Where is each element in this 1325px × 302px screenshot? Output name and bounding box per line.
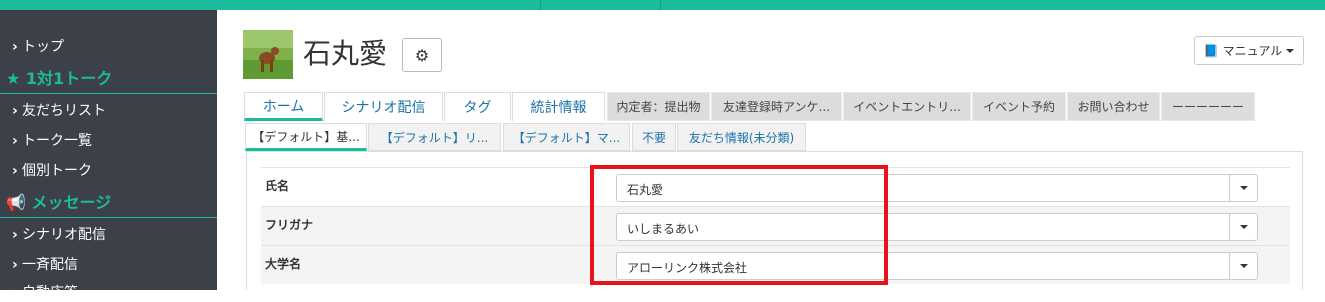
tab-label: イベント予約 (982, 100, 1055, 114)
sidebar-item-label: トーク一覧 (22, 133, 92, 149)
megaphone-icon: 📢 (6, 193, 26, 212)
tab-label: 不要 (641, 130, 666, 145)
avatar (243, 30, 293, 79)
top-bar (0, 0, 1325, 10)
subtab-unneeded[interactable]: 不要 (632, 123, 676, 151)
dropdown-toggle[interactable] (1229, 253, 1257, 279)
caret-down-icon (1239, 186, 1248, 190)
sidebar-item-label: 個別トーク (22, 163, 92, 179)
tab-event-reservation[interactable]: イベント予約 (972, 92, 1066, 121)
tab-label: 友達登録時アンケ... (723, 100, 830, 114)
divider (0, 93, 217, 94)
chevron-right-icon: › (12, 285, 18, 301)
tab-registration-survey[interactable]: 友達登録時アンケ... (711, 92, 842, 121)
sidebar-item-broadcast[interactable]: › 一斉配信 (12, 254, 78, 274)
chevron-right-icon: › (12, 257, 18, 273)
manual-dropdown-button[interactable]: 📘 マニュアル (1194, 36, 1304, 65)
star-icon: ★ (6, 69, 21, 88)
tab-label: 内定者：提出物 (616, 100, 701, 114)
caret-down-icon (1239, 225, 1248, 229)
sidebar-heading-message: 📢 メッセージ (6, 189, 111, 213)
top-bar-divider (540, 0, 541, 10)
chevron-right-icon: › (12, 133, 18, 149)
sidebar-heading-label: メッセージ (31, 193, 112, 212)
tab-scenario[interactable]: シナリオ配信 (324, 92, 443, 121)
dropdown-toggle[interactable] (1229, 214, 1257, 240)
sidebar-item-friends[interactable]: › 友だちリスト (12, 100, 106, 120)
sidebar-item-auto-reply[interactable]: › 自動応答 (12, 282, 78, 302)
tab-submission[interactable]: 内定者：提出物 (607, 92, 710, 121)
gear-icon: ⚙ (414, 45, 430, 65)
tab-label: 【デフォルト】基... (252, 129, 360, 144)
field-label: 氏名 (265, 179, 290, 193)
tab-label: お問い合わせ (1077, 100, 1150, 114)
page-title: 石丸愛 (303, 37, 388, 70)
sidebar-item-top[interactable]: › トップ (12, 36, 64, 56)
field-label: 大学名 (265, 257, 302, 271)
tab-tags[interactable]: タグ (444, 92, 511, 121)
manual-label: マニュアル (1222, 44, 1283, 58)
tab-label: 統計情報 (530, 100, 587, 116)
divider (0, 217, 217, 218)
tab-label: タグ (463, 100, 492, 116)
sidebar-item-label: トップ (22, 39, 64, 55)
tab-label: ホーム (262, 98, 305, 115)
tab-statistics[interactable]: 統計情報 (512, 92, 605, 121)
tab-label: 友だち情報(未分類) (688, 130, 795, 145)
sidebar-item-label: 自動応答 (22, 285, 78, 301)
tab-label: 【デフォルト】リ... (380, 130, 489, 145)
tab-label: 【デフォルト】マ... (512, 130, 621, 145)
tab-dashes[interactable]: ーーーーーー (1161, 92, 1255, 121)
tab-label: シナリオ配信 (341, 100, 426, 116)
book-icon: 📘 (1203, 43, 1219, 58)
dropdown-toggle[interactable] (1229, 175, 1257, 201)
subtab-default-basic[interactable]: 【デフォルト】基... (245, 123, 367, 151)
field-label: フリガナ (265, 218, 314, 232)
sidebar-item-individual-talk[interactable]: › 個別トーク (12, 160, 92, 180)
subtab-default-ma[interactable]: 【デフォルト】マ... (503, 123, 630, 151)
tab-event-entry[interactable]: イベントエントリ... (843, 92, 971, 121)
sidebar-item-scenario[interactable]: › シナリオ配信 (12, 224, 106, 244)
sidebar-item-label: 一斉配信 (22, 257, 78, 273)
sidebar: › トップ ★ 1対1トーク › 友だちリスト › トーク一覧 › 個別トーク 📢 メッ… (0, 10, 217, 301)
settings-button[interactable]: ⚙ (402, 38, 442, 72)
top-bar-divider (660, 0, 661, 10)
tab-label: ーーーーーー (1171, 100, 1244, 114)
caret-down-icon (1239, 264, 1248, 268)
tab-home[interactable]: ホーム (244, 92, 323, 121)
chevron-right-icon: › (12, 39, 18, 55)
subtab-default-list[interactable]: 【デフォルト】リ... (368, 123, 501, 151)
chevron-right-icon: › (12, 227, 18, 243)
chevron-right-icon: › (12, 103, 18, 119)
sidebar-item-label: シナリオ配信 (22, 227, 106, 243)
caret-down-icon (1286, 48, 1295, 53)
sidebar-item-talk-list[interactable]: › トーク一覧 (12, 130, 92, 150)
highlight-box (590, 165, 888, 285)
sidebar-item-label: 友だちリスト (22, 103, 106, 119)
tab-inquiry[interactable]: お問い合わせ (1067, 92, 1160, 121)
chevron-right-icon: › (12, 163, 18, 179)
subtab-friend-info[interactable]: 友だち情報(未分類) (677, 123, 806, 151)
sidebar-heading-label: 1対1トーク (25, 69, 113, 88)
tab-label: イベントエントリ... (853, 100, 961, 114)
sidebar-heading-talk: ★ 1対1トーク (6, 65, 112, 89)
